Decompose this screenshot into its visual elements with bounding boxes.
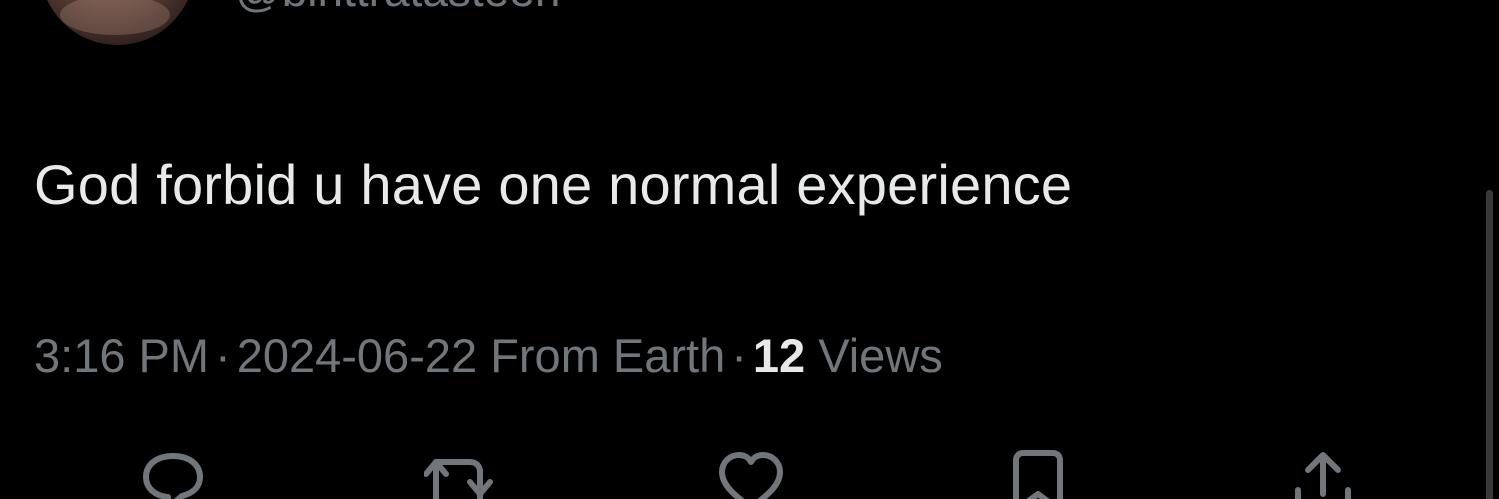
views-count[interactable]: 12	[753, 329, 805, 382]
bookmark-icon	[1013, 450, 1063, 499]
tweet-date[interactable]: 2024-06-22	[237, 329, 477, 382]
meta-separator: ·	[215, 329, 231, 382]
scrollbar[interactable]	[1486, 190, 1493, 499]
share-icon	[1295, 452, 1351, 499]
tweet-source: From Earth	[490, 329, 726, 382]
tweet-text: God forbid u have one normal experience	[34, 153, 1073, 216]
author-handle[interactable]: @binttratasteen	[235, 0, 560, 18]
action-bar	[0, 450, 1499, 499]
views-label[interactable]: Views	[818, 329, 943, 382]
tweet-meta: 3:16 PM · 2024-06-22 From Earth · 12 Views	[34, 328, 943, 384]
share-button[interactable]	[1288, 450, 1358, 499]
retweet-icon	[424, 459, 493, 499]
reply-icon	[143, 453, 203, 499]
retweet-button[interactable]	[424, 450, 494, 499]
meta-separator-2: ·	[731, 329, 747, 382]
bookmark-button[interactable]	[1008, 450, 1078, 499]
tweet-time[interactable]: 3:16 PM	[34, 329, 209, 382]
like-button[interactable]	[716, 450, 786, 499]
reply-button[interactable]	[138, 450, 208, 499]
avatar[interactable]	[40, 0, 195, 45]
like-icon	[719, 452, 783, 499]
